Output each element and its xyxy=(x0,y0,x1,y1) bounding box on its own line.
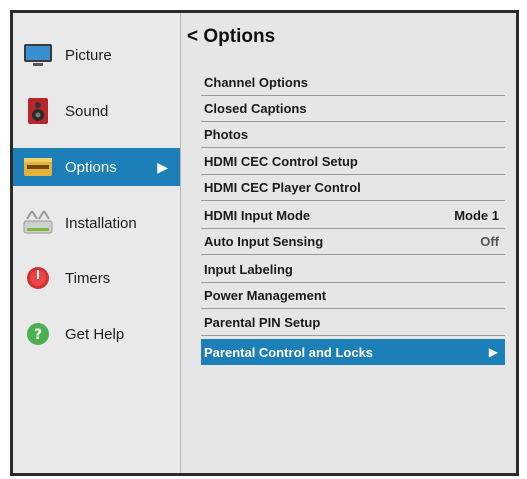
sidebar-item-label: Installation xyxy=(65,214,137,232)
speaker-icon xyxy=(23,96,53,126)
monitor-icon xyxy=(23,40,53,70)
menu-item-label: HDMI CEC Control Setup xyxy=(204,154,358,169)
sidebar-item-label: Options xyxy=(65,158,117,176)
sidebar-item-picture[interactable]: Picture xyxy=(13,36,180,74)
menu-item-value: Mode 1 xyxy=(454,208,499,223)
tv-menu-frame: Picture Sound Options ▶ Installation Tim… xyxy=(10,10,519,476)
menu-item-label: Photos xyxy=(204,127,249,142)
menu-item-auto-input-sensing[interactable]: Auto Input Sensing Off xyxy=(201,229,505,255)
sidebar-item-get-help[interactable]: ? Get Help xyxy=(13,315,180,353)
menu-item-label: Parental Control and Locks xyxy=(204,344,374,360)
installation-icon xyxy=(23,208,53,238)
menu-item-input-labeling[interactable]: Input Labeling xyxy=(201,257,505,283)
menu-item-parental-control-and-locks[interactable]: Parental Control and Locks ▶ xyxy=(201,339,505,365)
menu-item-label: Channel Options xyxy=(204,75,308,90)
timer-icon xyxy=(23,263,53,293)
sidebar-item-label: Get Help xyxy=(65,325,125,343)
menu-item-label: Auto Input Sensing xyxy=(204,234,324,249)
sidebar-item-label: Picture xyxy=(65,46,112,64)
options-panel: < Options Channel Options Closed Caption… xyxy=(183,13,516,473)
menu-item-label: Closed Captions xyxy=(204,101,307,116)
sidebar: Picture Sound Options ▶ Installation Tim… xyxy=(13,13,181,473)
menu-item-power-management[interactable]: Power Management xyxy=(201,283,505,309)
chevron-right-icon: ▶ xyxy=(488,345,498,359)
sidebar-item-installation[interactable]: Installation xyxy=(13,204,180,242)
sidebar-item-timers[interactable]: Timers xyxy=(13,259,180,297)
menu-item-label: HDMI Input Mode xyxy=(204,208,311,223)
menu-item-label: HDMI CEC Player Control xyxy=(204,180,361,195)
menu-item-parental-pin-setup[interactable]: Parental PIN Setup xyxy=(201,310,505,336)
menu-item-hdmi-cec-player-control[interactable]: HDMI CEC Player Control xyxy=(201,175,505,201)
sidebar-item-label: Timers xyxy=(65,269,111,287)
page-title[interactable]: < Options xyxy=(187,26,275,48)
menu-item-hdmi-input-mode[interactable]: HDMI Input Mode Mode 1 xyxy=(201,203,505,229)
sidebar-item-options[interactable]: Options ▶ xyxy=(13,148,180,186)
svg-text:?: ? xyxy=(34,327,42,343)
sidebar-item-sound[interactable]: Sound xyxy=(13,92,180,130)
menu-item-hdmi-cec-control-setup[interactable]: HDMI CEC Control Setup xyxy=(201,149,505,175)
menu-item-label: Input Labeling xyxy=(204,262,293,277)
menu-item-label: Power Management xyxy=(204,288,327,303)
menu-item-closed-captions[interactable]: Closed Captions xyxy=(201,96,505,122)
menu-item-channel-options[interactable]: Channel Options xyxy=(201,70,505,96)
menu-item-photos[interactable]: Photos xyxy=(201,122,505,148)
menu-item-value: Off xyxy=(480,234,499,249)
menu-item-label: Parental PIN Setup xyxy=(204,315,321,330)
sidebar-item-label: Sound xyxy=(65,102,109,120)
help-icon: ? xyxy=(23,319,53,349)
options-icon xyxy=(23,152,53,182)
chevron-right-icon: ▶ xyxy=(157,158,168,175)
